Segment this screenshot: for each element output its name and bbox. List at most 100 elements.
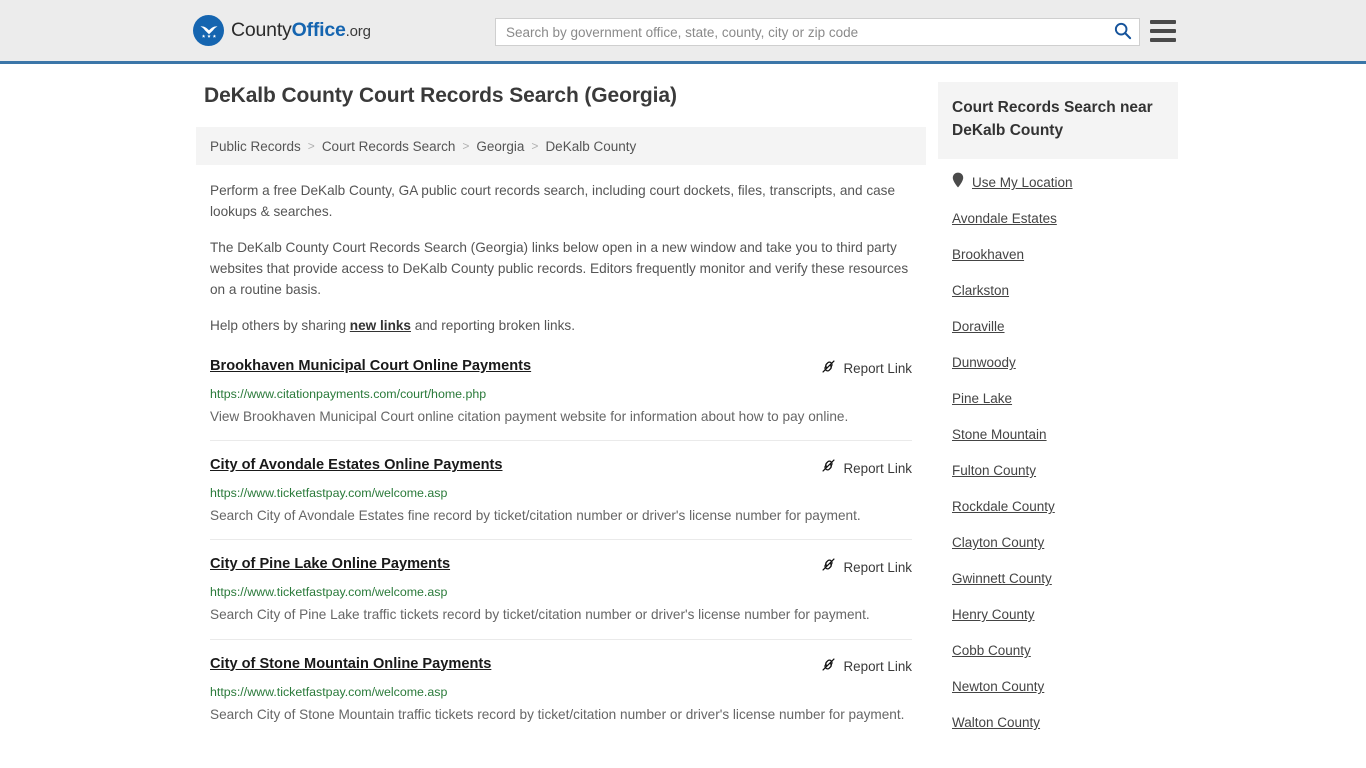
intro-paragraph-2: The DeKalb County Court Records Search (… [210,240,909,297]
breadcrumb-separator-icon: > [307,139,315,153]
sidebar-heading: Court Records Search near DeKalb County [952,99,1153,140]
page-title: DeKalb County Court Records Search (Geor… [204,84,677,107]
sidebar-item-gwinnett-county[interactable]: Gwinnett County [952,561,1178,597]
intro-p3-after: and reporting broken links. [411,318,575,334]
sidebar-item-dunwoody[interactable]: Dunwoody [952,345,1178,381]
use-my-location-link[interactable]: Use My Location [972,175,1073,190]
search-icon [1113,21,1132,43]
report-link-button[interactable]: Report Link [820,556,912,578]
breadcrumb-item-court-records-search[interactable]: Court Records Search [322,139,456,154]
result-title-link[interactable]: City of Stone Mountain Online Payments [210,655,491,673]
results-list: Brookhaven Municipal Court Online Paymen… [196,353,926,738]
sidebar-link[interactable]: Henry County [952,607,1035,622]
sidebar-item-use-my-location[interactable]: Use My Location [952,165,1178,201]
sidebar-item-clayton-county[interactable]: Clayton County [952,525,1178,561]
hamburger-bar [1150,20,1176,24]
sidebar-link[interactable]: Dunwoody [952,355,1016,370]
sidebar-item-brookhaven[interactable]: Brookhaven [952,237,1178,273]
broken-link-icon [820,457,837,479]
hamburger-bar [1150,29,1176,33]
sidebar-item-cobb-county[interactable]: Cobb County [952,633,1178,669]
intro-p3-before: Help others by sharing [210,318,350,334]
result-url: https://www.ticketfastpay.com/welcome.as… [210,486,448,501]
breadcrumb-separator-icon: > [462,139,470,153]
report-link-button[interactable]: Report Link [820,656,912,678]
result-title-link[interactable]: City of Pine Lake Online Payments [210,555,450,573]
result-description: Search City of Stone Mountain traffic ti… [210,706,905,722]
sidebar-header-box: Court Records Search near DeKalb County [938,82,1178,159]
result-header: City of Pine Lake Online Payments Report… [210,555,912,578]
result-url: https://www.citationpayments.com/court/h… [210,386,487,401]
new-links-link[interactable]: new links [350,318,411,333]
sidebar-link[interactable]: Fulton County [952,463,1036,478]
main-content: DeKalb County Court Records Search (Geor… [196,64,926,741]
sidebar-link[interactable]: Gwinnett County [952,571,1052,586]
report-link-label: Report Link [843,559,912,575]
result-header: Brookhaven Municipal Court Online Paymen… [210,357,912,380]
eagle-shield-logo-icon [193,15,224,46]
sidebar-link[interactable]: Rockdale County [952,499,1055,514]
sidebar-item-henry-county[interactable]: Henry County [952,597,1178,633]
breadcrumb-item-public-records[interactable]: Public Records [210,139,301,154]
result-url: https://www.ticketfastpay.com/welcome.as… [210,585,448,600]
sidebar-item-clarkston[interactable]: Clarkston [952,273,1178,309]
logo-text-office: Office [291,19,346,41]
sidebar-link[interactable]: Walton County [952,715,1040,730]
result-description: View Brookhaven Municipal Court online c… [210,409,849,425]
sidebar-item-fulton-county[interactable]: Fulton County [952,453,1178,489]
sidebar-link[interactable]: Pine Lake [952,391,1012,406]
result-item: City of Pine Lake Online Payments Report… [210,539,912,638]
intro-paragraph-1: Perform a free DeKalb County, GA public … [210,183,896,219]
result-description: Search City of Avondale Estates fine rec… [210,508,861,524]
page-body: DeKalb County Court Records Search (Geor… [0,64,1366,741]
hamburger-bar [1150,38,1176,42]
sidebar-link[interactable]: Cobb County [952,643,1031,658]
sidebar-link[interactable]: Avondale Estates [952,211,1057,226]
result-title-link[interactable]: Brookhaven Municipal Court Online Paymen… [210,357,531,375]
search-input[interactable] [496,19,1105,45]
sidebar-link[interactable]: Brookhaven [952,247,1024,262]
sidebar-link[interactable]: Doraville [952,319,1005,334]
site-logo-text: CountyOffice.org [231,19,371,42]
report-link-button[interactable]: Report Link [820,457,912,479]
report-link-button[interactable]: Report Link [820,358,912,380]
result-title-link[interactable]: City of Avondale Estates Online Payments [210,456,503,474]
result-header: City of Avondale Estates Online Payments… [210,456,912,479]
breadcrumb-item-georgia[interactable]: Georgia [476,139,524,154]
sidebar-item-doraville[interactable]: Doraville [952,309,1178,345]
broken-link-icon [820,358,837,380]
sidebar: Court Records Search near DeKalb County … [938,64,1178,741]
logo-text-org: .org [345,23,371,40]
sidebar-item-avondale-estates[interactable]: Avondale Estates [952,201,1178,237]
search-bar [495,18,1140,46]
sidebar-item-pine-lake[interactable]: Pine Lake [952,381,1178,417]
sidebar-nearby-list: Use My Location Avondale Estates Brookha… [938,165,1178,741]
breadcrumb: Public Records > Court Records Search > … [196,127,926,165]
sidebar-item-newton-county[interactable]: Newton County [952,669,1178,705]
report-link-label: Report Link [843,659,912,674]
logo-text-county: County [231,19,292,41]
sidebar-item-stone-mountain[interactable]: Stone Mountain [952,417,1178,453]
sidebar-link[interactable]: Clayton County [952,535,1044,550]
intro-paragraph-3: Help others by sharing new links and rep… [210,316,912,337]
sidebar-link[interactable]: Stone Mountain [952,427,1047,442]
map-pin-icon [952,172,964,193]
search-button[interactable] [1105,19,1139,45]
site-header: CountyOffice.org [0,0,1366,64]
site-logo[interactable]: CountyOffice.org [193,15,371,46]
report-link-label: Report Link [843,460,912,476]
sidebar-item-rockdale-county[interactable]: Rockdale County [952,489,1178,525]
intro-section: Perform a free DeKalb County, GA public … [196,181,926,337]
sidebar-link[interactable]: Newton County [952,679,1044,694]
broken-link-icon [820,556,837,578]
hamburger-menu-icon[interactable] [1150,20,1176,42]
sidebar-link[interactable]: Clarkston [952,283,1009,298]
result-url: https://www.ticketfastpay.com/welcome.as… [210,684,448,699]
result-item: Brookhaven Municipal Court Online Paymen… [210,353,912,440]
result-item: City of Stone Mountain Online Payments R… [210,638,912,738]
result-header: City of Stone Mountain Online Payments R… [210,655,912,678]
sidebar-item-walton-county[interactable]: Walton County [952,705,1178,741]
result-item: City of Avondale Estates Online Payments… [210,440,912,539]
report-link-label: Report Link [843,361,912,377]
result-description: Search City of Pine Lake traffic tickets… [210,607,870,623]
